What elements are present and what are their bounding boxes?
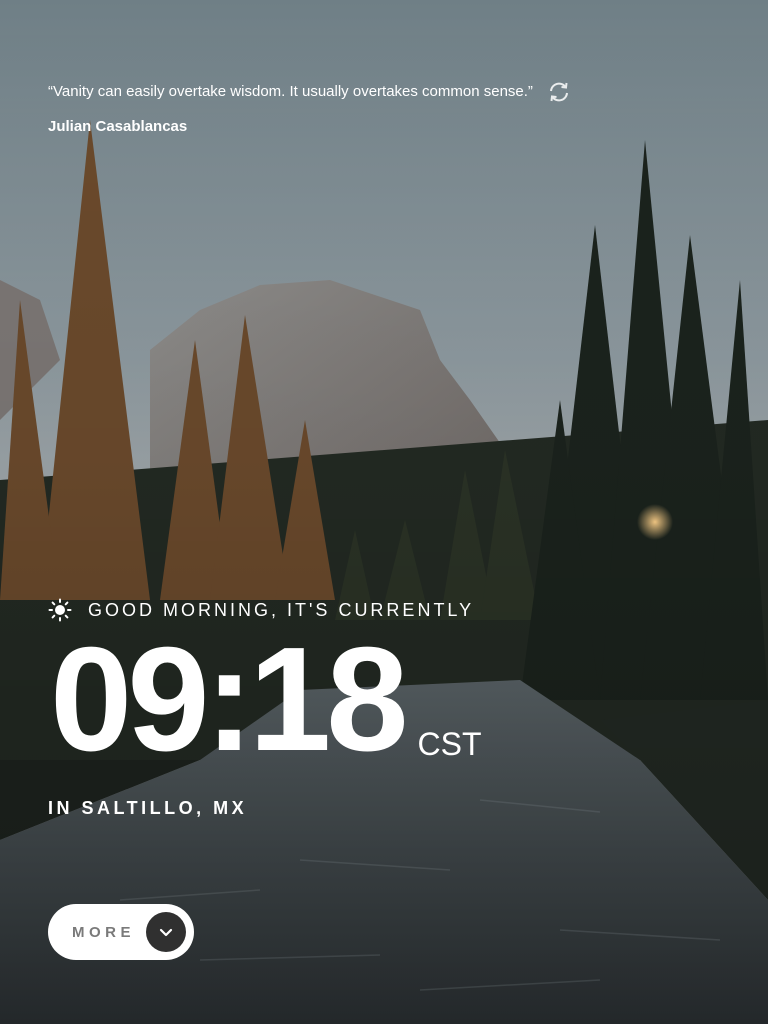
current-time: 09:18	[50, 617, 409, 782]
location-text: IN SALTILLO, MX	[48, 798, 248, 818]
quote-block: “Vanity can easily overtake wisdom. It u…	[48, 82, 608, 135]
chevron-down-icon	[159, 928, 173, 937]
quote-text: “Vanity can easily overtake wisdom. It u…	[48, 83, 533, 100]
clock-block: GOOD MORNING, IT'S CURRENTLY 09:18 CST I…	[48, 598, 482, 819]
quote-author: Julian Casablancas	[48, 118, 188, 135]
more-button-label: MORE	[72, 923, 135, 941]
more-button-circle[interactable]	[146, 912, 186, 952]
refresh-icon[interactable]	[547, 80, 571, 104]
more-button[interactable]: MORE	[48, 904, 194, 960]
time-row: 09:18 CST	[50, 617, 482, 782]
timezone-label: CST	[417, 726, 482, 762]
background-shade	[0, 0, 768, 1024]
